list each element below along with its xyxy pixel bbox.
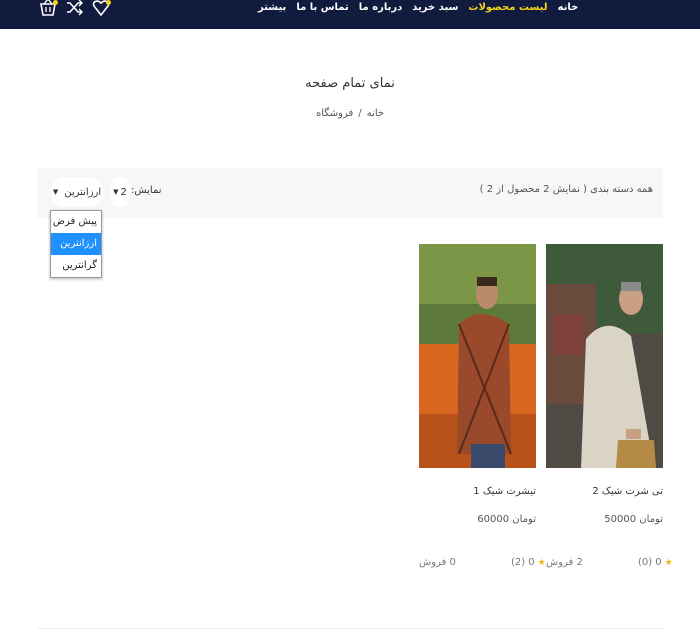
shop-toolbar: همه دسته بندی ( نمایش 2 محصول از 2 ) نما… — [37, 168, 663, 218]
sort-option-default[interactable]: پیش فرض — [51, 211, 101, 233]
rating-count: (0) — [638, 557, 653, 568]
star-icon: ★ — [664, 557, 673, 568]
breadcrumb: خانه / فروشگاه — [0, 108, 700, 119]
sort-value: ارزانترین — [64, 186, 102, 198]
product-price: 50000 تومان — [604, 514, 663, 525]
breadcrumb-shop: فروشگاه — [315, 108, 354, 119]
product-image[interactable] — [419, 244, 536, 468]
basket-icon[interactable] — [38, 0, 58, 17]
product-title[interactable]: تی شرت شیک 2 — [546, 486, 663, 497]
product-rating: ★ 0 (2) — [511, 557, 546, 568]
rating-value: 0 — [528, 557, 535, 568]
sort-select[interactable]: ▼ ارزانترین — [51, 177, 103, 207]
nav-item-about[interactable]: درباره ما — [359, 0, 403, 18]
product-rating: ★ 0 (0) — [638, 557, 673, 568]
divider — [37, 628, 663, 629]
top-navbar: خانه لیست محصولات سبد خرید درباره ما تما… — [0, 0, 700, 29]
nav-item-home[interactable]: خانه — [558, 0, 579, 18]
rating-count: (2) — [511, 557, 526, 568]
nav-item-contact[interactable]: تماس با ما — [296, 0, 348, 18]
sort-dropdown-list: پیش فرض ارزانترین گرانترین — [50, 210, 102, 278]
product-card[interactable] — [546, 244, 663, 468]
sales-count: 0 فروش — [419, 557, 456, 568]
nav-item-cart[interactable]: سبد خرید — [412, 0, 458, 18]
chevron-down-icon: ▼ — [113, 188, 119, 196]
product-image[interactable] — [546, 244, 663, 468]
sales-count: 2 فروش — [546, 557, 583, 568]
page-title: نمای تمام صفحه — [305, 76, 395, 91]
rating-value: 0 — [655, 557, 662, 568]
nav-item-products[interactable]: لیست محصولات — [468, 0, 547, 18]
nav-item-more[interactable]: بیشتر — [258, 0, 286, 18]
star-icon: ★ — [537, 557, 546, 568]
per-page-value: 2 — [120, 186, 127, 198]
heart-icon[interactable] — [91, 0, 111, 17]
per-page-select[interactable]: ▼ 2 — [110, 177, 130, 207]
breadcrumb-separator: / — [358, 108, 362, 119]
result-count: همه دسته بندی ( نمایش 2 محصول از 2 ) — [479, 184, 653, 195]
sort-option-cheapest[interactable]: ارزانترین — [51, 233, 101, 255]
basket-badge — [53, 0, 58, 5]
product-card[interactable] — [419, 244, 536, 468]
show-per-page-label: نمایش: — [131, 185, 162, 196]
sort-option-expensive[interactable]: گرانترین — [51, 255, 101, 277]
product-price: 60000 تومان — [477, 514, 536, 525]
product-sales: 2 فروش — [546, 557, 583, 568]
chevron-down-icon: ▼ — [52, 188, 59, 196]
main-nav: خانه لیست محصولات سبد خرید درباره ما تما… — [258, 0, 578, 18]
breadcrumb-home[interactable]: خانه — [367, 108, 384, 119]
product-sales: 0 فروش — [419, 557, 456, 568]
shuffle-icon[interactable] — [64, 0, 84, 17]
wishlist-badge — [106, 0, 111, 5]
product-title[interactable]: تیشرت شیک 1 — [419, 486, 536, 497]
